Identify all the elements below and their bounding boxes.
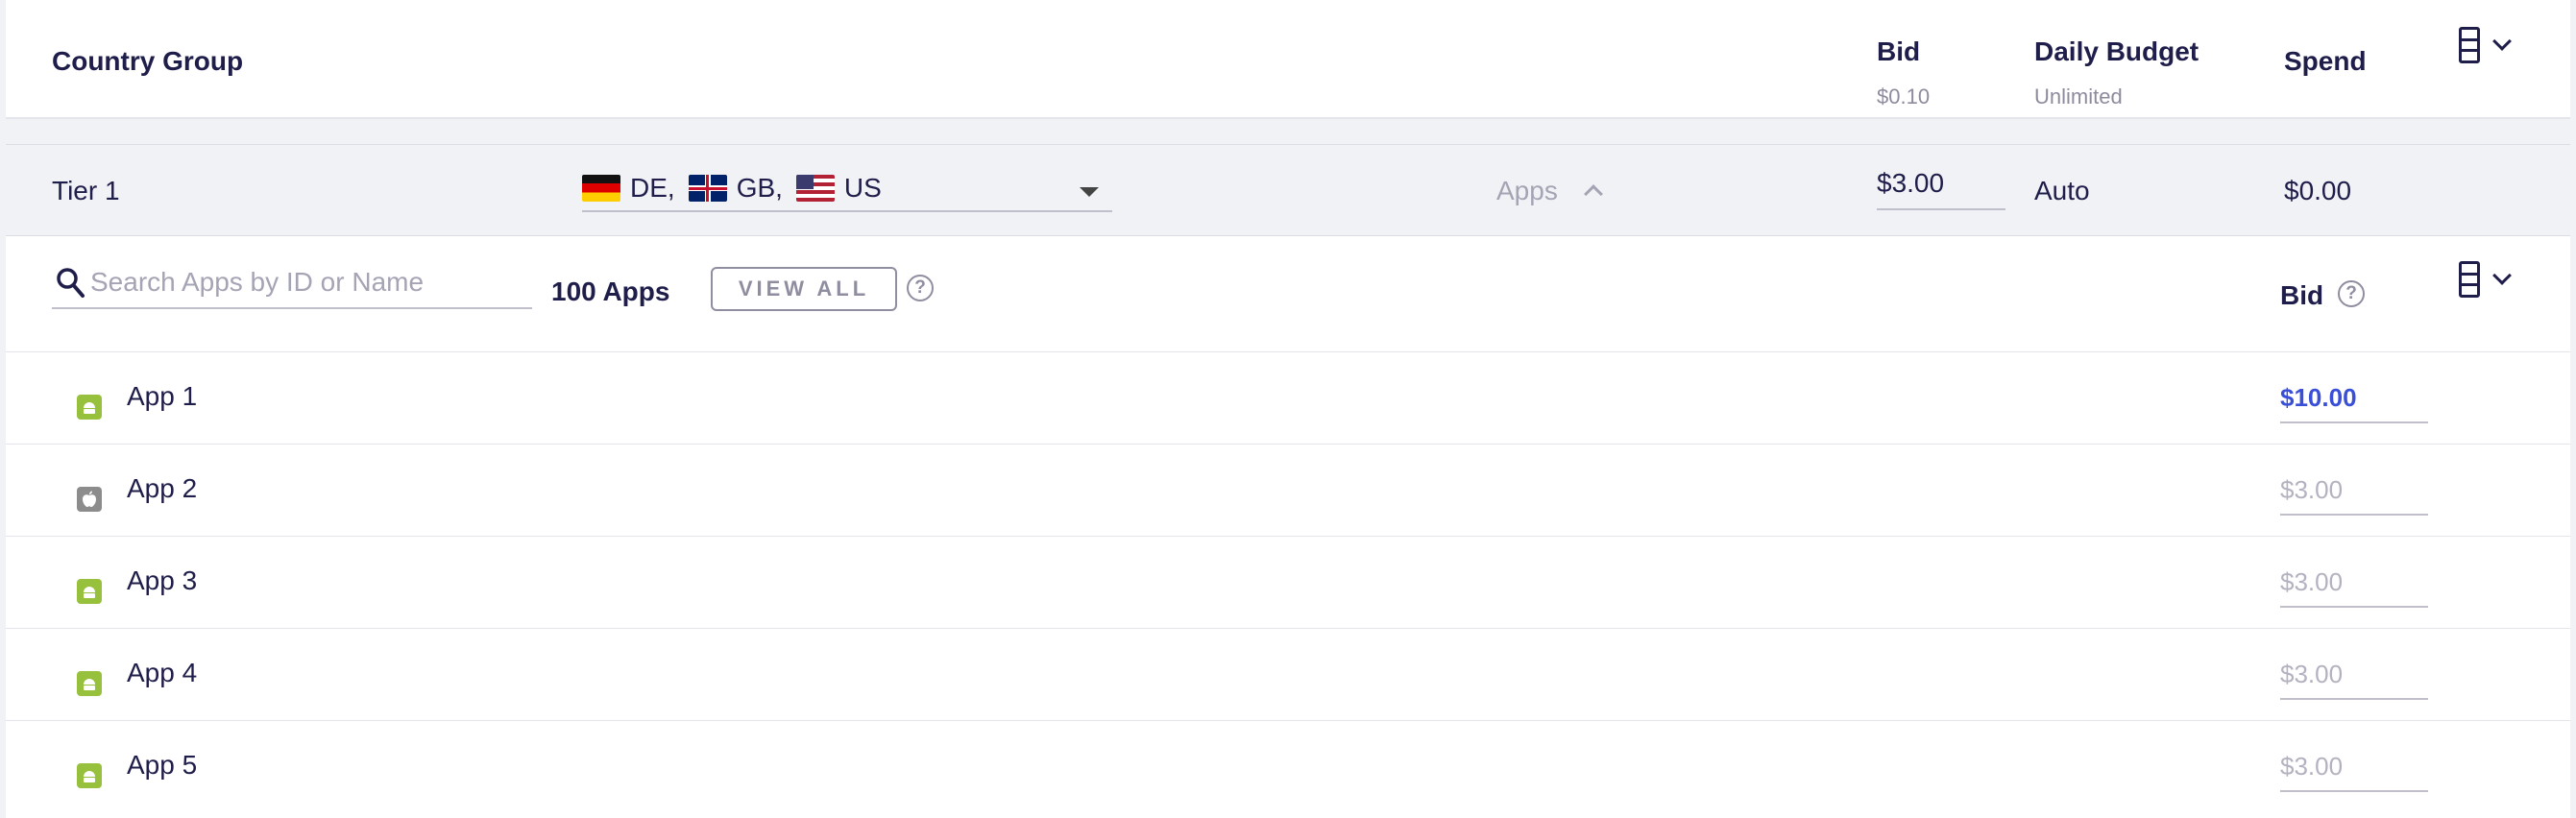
default-bid-value: $0.10 xyxy=(1877,84,1931,108)
app-name: App 3 xyxy=(127,565,198,595)
app-bid-input[interactable]: $3.00 xyxy=(2280,658,2428,700)
bid-column-header: Bid xyxy=(2280,280,2324,310)
android-icon xyxy=(77,671,102,696)
tier-row: Tier 1 DE, GB, US Apps $3.00 Auto $0.00 xyxy=(6,144,2570,236)
country-select[interactable]: DE, GB, US xyxy=(582,166,1112,212)
search-icon xyxy=(57,268,85,298)
app-row[interactable]: App 5 $3.00 xyxy=(6,720,2570,812)
apple-icon xyxy=(77,487,102,512)
country-code: US xyxy=(843,173,882,203)
app-row[interactable]: App 1 $10.00 xyxy=(6,351,2570,444)
apps-count: 100 Apps xyxy=(551,277,670,306)
apps-columns-menu-button[interactable] xyxy=(2453,259,2520,301)
bid-header: Bid xyxy=(1877,36,1921,66)
tier-spend-value: $0.00 xyxy=(2284,176,2352,205)
columns-icon xyxy=(2459,261,2480,298)
daily-budget-header: Daily Budget xyxy=(2034,36,2199,66)
country-group-header: Country Group xyxy=(52,46,244,76)
daily-budget-value: Unlimited xyxy=(2034,84,2123,108)
apps-panel: Search Apps by ID or Name 100 Apps VIEW … xyxy=(6,236,2570,818)
country-code: GB, xyxy=(736,173,783,203)
tier-name: Tier 1 xyxy=(52,176,120,205)
chevron-up-icon xyxy=(1584,184,1603,204)
apps-toggle-label: Apps xyxy=(1496,176,1558,205)
app-bid-input[interactable]: $3.00 xyxy=(2280,750,2428,792)
android-icon xyxy=(77,579,102,604)
columns-menu-button[interactable] xyxy=(2453,25,2520,67)
android-icon xyxy=(77,395,102,420)
app-name: App 4 xyxy=(127,658,198,687)
help-icon[interactable]: ? xyxy=(907,275,934,301)
table-header: Country Group Bid $0.10 Daily Budget Unl… xyxy=(6,0,2570,119)
columns-icon xyxy=(2459,27,2480,63)
flag-gb-icon xyxy=(688,175,727,202)
android-icon xyxy=(77,763,102,788)
app-row[interactable]: App 3 $3.00 xyxy=(6,536,2570,628)
view-all-button[interactable]: VIEW ALL xyxy=(711,267,897,311)
app-name: App 5 xyxy=(127,750,198,780)
app-bid-input[interactable]: $3.00 xyxy=(2280,565,2428,608)
country-de: DE, xyxy=(582,173,675,204)
bid-help-icon[interactable]: ? xyxy=(2338,280,2365,307)
country-code: DE, xyxy=(630,173,675,203)
app-bid-input[interactable]: $10.00 xyxy=(2280,381,2428,423)
tier-budget-value: Auto xyxy=(2034,176,2090,205)
caret-down-icon xyxy=(1080,187,1099,197)
tier-bid-input[interactable]: $3.00 xyxy=(1877,168,2005,210)
app-row[interactable]: App 2 $3.00 xyxy=(6,444,2570,536)
app-row[interactable]: App 4 $3.00 xyxy=(6,628,2570,720)
chevron-down-icon xyxy=(2492,32,2512,51)
flag-de-icon xyxy=(582,175,620,202)
spend-header: Spend xyxy=(2284,46,2367,76)
apps-toggle-button[interactable]: Apps xyxy=(1493,172,1617,210)
flag-us-icon xyxy=(795,175,835,202)
app-name: App 1 xyxy=(127,381,198,411)
app-name: App 2 xyxy=(127,473,198,503)
country-gb: GB, xyxy=(688,173,783,204)
search-apps-field[interactable]: Search Apps by ID or Name xyxy=(52,261,532,309)
search-apps-input[interactable]: Search Apps by ID or Name xyxy=(90,267,424,298)
app-bid-input[interactable]: $3.00 xyxy=(2280,473,2428,516)
chevron-down-icon xyxy=(2492,266,2512,285)
country-us: US xyxy=(795,173,882,204)
